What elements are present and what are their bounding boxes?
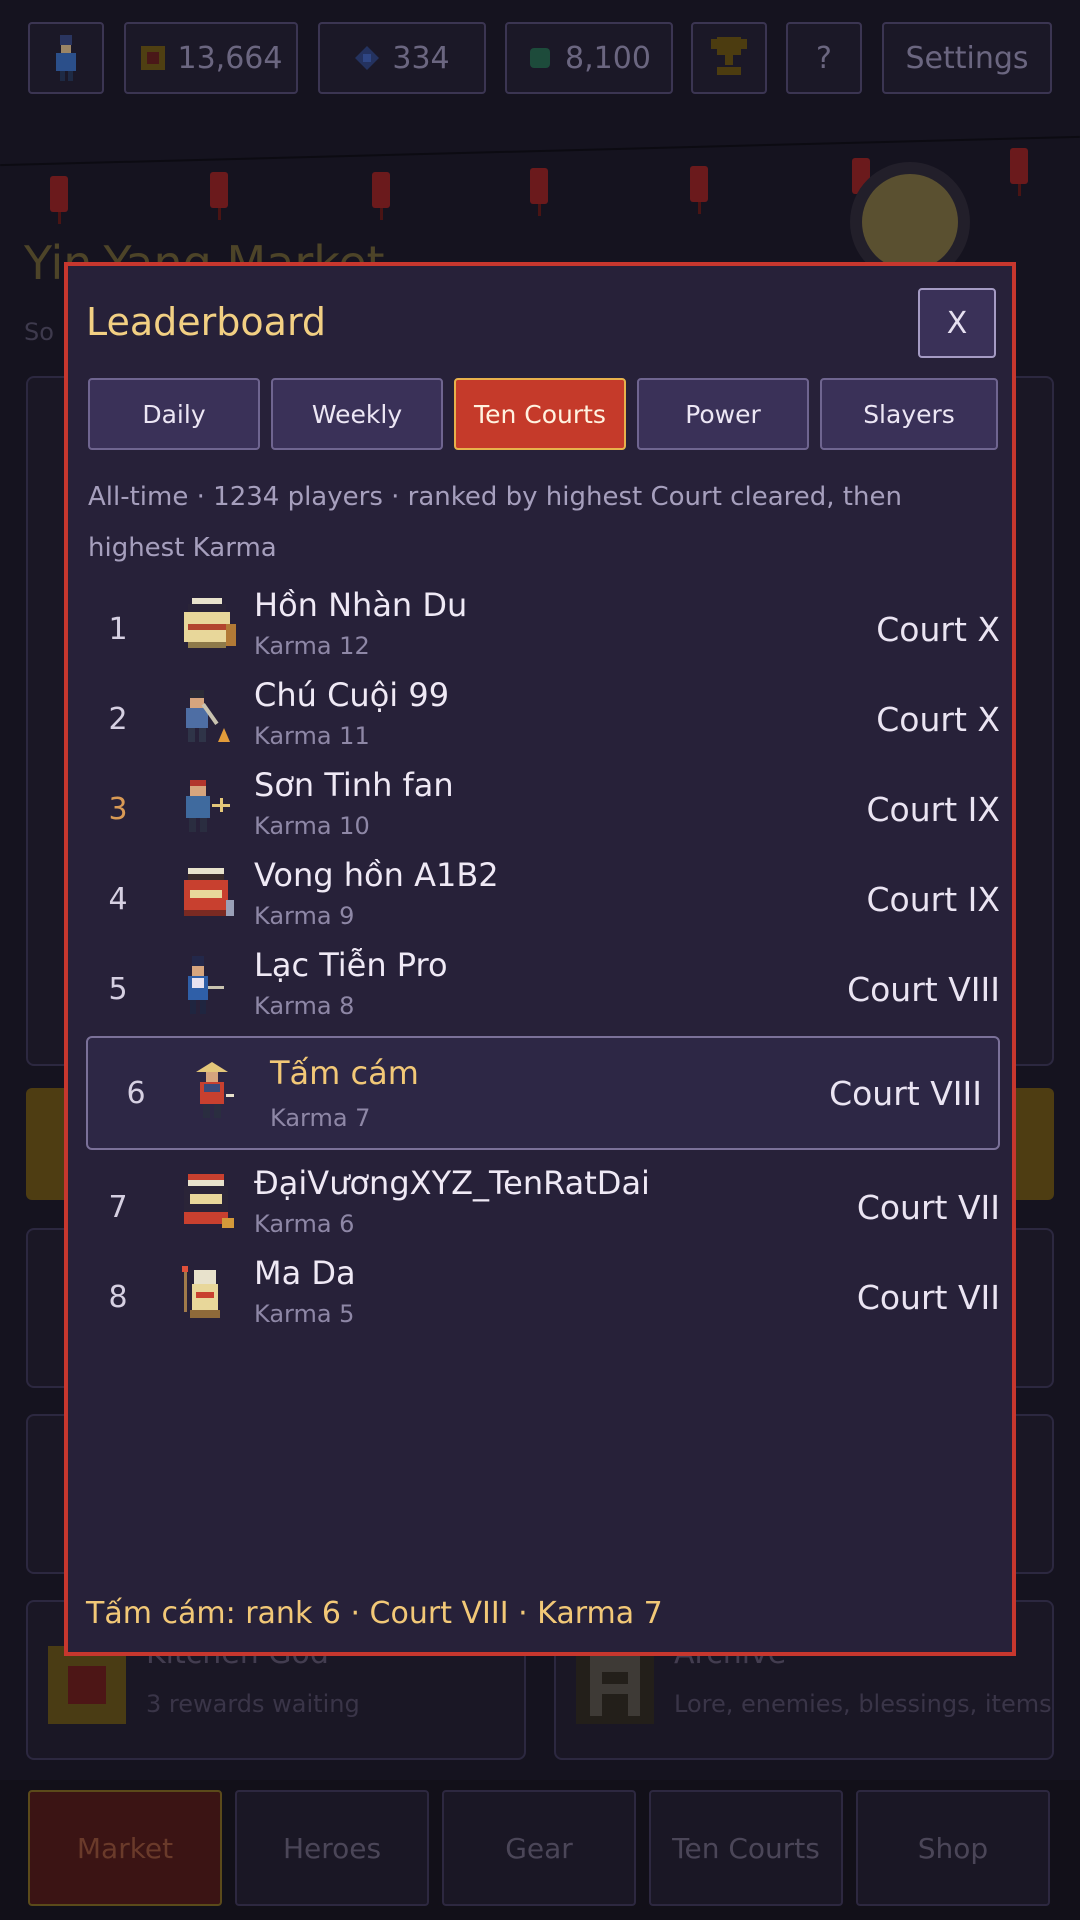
player-court: Court IX: [866, 789, 1000, 829]
rank-number: 1: [108, 611, 128, 647]
player-name: ĐạiVươngXYZ_TenRatDai: [254, 1164, 650, 1202]
rank-number: 6: [126, 1075, 146, 1111]
player-name: Hồn Nhàn Du: [254, 586, 468, 624]
rank-number: 4: [108, 881, 128, 917]
lantern-icon: [50, 176, 68, 224]
player-court: Court X: [876, 699, 1000, 739]
nav-market[interactable]: Market: [28, 1790, 222, 1906]
rank-number: 7: [108, 1189, 128, 1225]
tab-weekly[interactable]: Weekly: [271, 378, 443, 450]
kitchen-god-subtitle: 3 rewards waiting: [146, 1690, 360, 1718]
mountain-god-icon: [186, 780, 230, 832]
jade-currency: 8,100: [505, 22, 673, 94]
jade-amount: 8,100: [565, 40, 651, 76]
leaderboard-row[interactable]: 1 Hồn Nhàn Du Karma 12 Court X: [86, 584, 1000, 674]
moon-icon: [862, 174, 958, 270]
player-court: Court VIII: [847, 969, 1000, 1009]
leaderboard-row[interactable]: 2 Chú Cuội 99 Karma 11 Court X: [86, 674, 1000, 764]
kitchen-god-icon: [48, 1646, 126, 1724]
top-bar: 13,664 334 8,100 ? Settings: [0, 0, 1080, 120]
rank-number: 3: [108, 791, 128, 827]
player-court: Court VIII: [829, 1073, 982, 1113]
player-name: Chú Cuội 99: [254, 676, 450, 714]
leaderboard-description: All-time · 1234 players · ranked by high…: [88, 482, 902, 563]
leaderboard-row[interactable]: 7 ĐạiVươngXYZ_TenRatDai Karma 6 Court VI…: [86, 1162, 1000, 1252]
player-name: Vong hồn A1B2: [254, 856, 499, 894]
player-karma: Karma 11: [254, 722, 370, 750]
rank-number: 5: [108, 971, 128, 1007]
nav-heroes[interactable]: Heroes: [235, 1790, 429, 1906]
tab-slayers[interactable]: Slayers: [820, 378, 998, 450]
player-avatar-icon: [56, 35, 76, 81]
gold-currency: 13,664: [124, 22, 298, 94]
nav-gear[interactable]: Gear: [442, 1790, 636, 1906]
leaderboard-modal: Leaderboard X Daily Weekly Ten Courts Po…: [64, 262, 1016, 1656]
gold-coin-icon: [140, 46, 165, 70]
player-name: Lạc Tiễn Pro: [254, 946, 448, 984]
help-button[interactable]: ?: [786, 22, 862, 94]
leaderboard-row[interactable]: 8 Ma Da Karma 5 Court VII: [86, 1252, 1000, 1342]
player-karma: Karma 8: [254, 992, 355, 1020]
farmer-girl-icon: [196, 1062, 234, 1118]
gold-amount: 13,664: [177, 40, 283, 76]
player-court: Court IX: [866, 879, 1000, 919]
leaderboard-row[interactable]: 4 Vong hồn A1B2 Karma 9 Court IX: [86, 854, 1000, 944]
lantern-icon: [1010, 148, 1028, 196]
player-karma: Karma 5: [254, 1300, 355, 1328]
settings-button[interactable]: Settings: [882, 22, 1052, 94]
player-avatar-button[interactable]: [28, 22, 104, 94]
lantern-icon: [210, 172, 228, 220]
gem-currency: 334: [318, 22, 486, 94]
tab-power[interactable]: Power: [637, 378, 809, 450]
player-court: Court VII: [856, 1277, 1000, 1317]
player-karma: Karma 12: [254, 632, 370, 660]
player-name: Sơn Tinh fan: [254, 766, 454, 804]
trophy-icon: [711, 37, 747, 75]
leaderboard-button[interactable]: [691, 22, 767, 94]
leaderboard-row[interactable]: 3 Sơn Tinh fan Karma 10 Court IX: [86, 764, 1000, 854]
rank-number: 8: [108, 1279, 128, 1315]
archer-icon: [188, 956, 224, 1014]
modal-title: Leaderboard: [86, 300, 327, 344]
player-karma: Karma 10: [254, 812, 370, 840]
help-label: ?: [816, 40, 832, 76]
player-court: Court X: [876, 609, 1000, 649]
lantern-icon: [372, 172, 390, 220]
player-court: Court VII: [856, 1187, 1000, 1227]
jade-icon: [530, 48, 551, 68]
leaderboard-tabs: Daily Weekly Ten Courts Power Slayers: [88, 378, 998, 450]
settings-label: Settings: [905, 40, 1029, 76]
current-player-summary: Tấm cám: rank 6 · Court VIII · Karma 7: [86, 1596, 663, 1631]
player-name: Ma Da: [254, 1254, 356, 1292]
player-karma: Karma 9: [254, 902, 355, 930]
lantern-icon: [530, 168, 548, 216]
current-player-row[interactable]: 6 Tấm cám Karma 7 Court VIII: [86, 1036, 1000, 1150]
player-karma: Karma 7: [270, 1104, 371, 1132]
demon-king-icon: [184, 1174, 234, 1228]
player-karma: Karma 6: [254, 1210, 355, 1238]
gem-amount: 334: [392, 40, 450, 76]
spirit-gem-icon: [355, 46, 380, 70]
archive-subtitle: Lore, enemies, blessings, items: [674, 1690, 1052, 1718]
leaderboard-row[interactable]: 5 Lạc Tiễn Pro Karma 8 Court VIII: [86, 944, 1000, 1034]
close-button[interactable]: X: [918, 288, 996, 358]
tab-daily[interactable]: Daily: [88, 378, 260, 450]
nav-ten-courts[interactable]: Ten Courts: [649, 1790, 843, 1906]
lantern-icon: [852, 158, 870, 206]
lantern-string: [0, 135, 1080, 167]
archive-icon: [576, 1646, 654, 1724]
wandering-soul-icon: [184, 868, 234, 916]
lantern-icon: [690, 166, 708, 214]
player-name: Tấm cám: [270, 1054, 419, 1092]
rank-number: 2: [108, 701, 128, 737]
nav-shop[interactable]: Shop: [856, 1790, 1050, 1906]
woodcutter-icon: [186, 690, 230, 742]
spirit-shrine-icon: [184, 598, 236, 648]
tab-ten-courts[interactable]: Ten Courts: [454, 378, 626, 450]
water-ghost-icon: [182, 1266, 220, 1318]
market-subtitle: So: [24, 318, 54, 346]
